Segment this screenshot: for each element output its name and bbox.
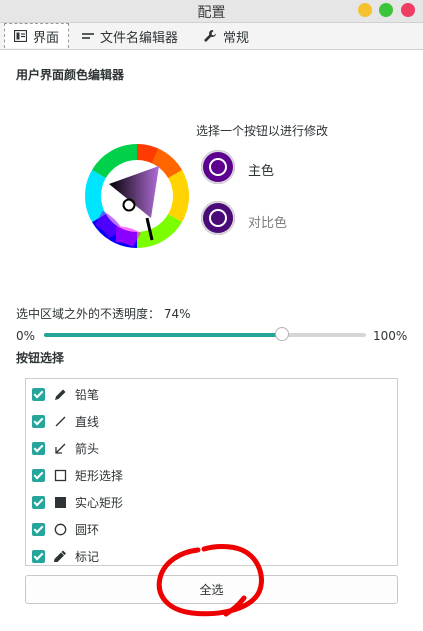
marker-icon <box>54 550 66 562</box>
list-item-label: 铅笔 <box>75 387 100 402</box>
list-item-label: 圆环 <box>75 522 100 537</box>
slider-min-label: 0% <box>16 329 36 343</box>
list-item-label: 实心矩形 <box>75 495 124 510</box>
select-all-button[interactable]: 全选 <box>25 575 398 604</box>
button-selection-title: 按钮选择 <box>16 351 65 365</box>
opacity-label: 选中区域之外的不透明度： 74% <box>16 305 191 322</box>
arrow-icon <box>54 443 65 454</box>
list-item-solid-rectangle[interactable]: 实心矩形 <box>32 492 123 512</box>
minimize-button[interactable] <box>358 3 372 17</box>
text-lines-icon <box>82 33 94 39</box>
list-item-pencil[interactable]: 铅笔 <box>32 384 99 404</box>
tab-general[interactable]: 常规 <box>203 23 249 49</box>
list-item-line[interactable]: 直线 <box>32 411 99 431</box>
pencil-icon <box>54 389 65 400</box>
list-item-label: 标记 <box>75 549 100 564</box>
list-item-marker[interactable]: 标记 <box>32 546 99 566</box>
opacity-slider-fill <box>44 333 283 337</box>
main-color-button[interactable] <box>201 150 235 184</box>
list-item-label: 直线 <box>75 414 100 429</box>
list-item-label: 矩形选择 <box>75 468 124 483</box>
opacity-label-text: 选中区域之外的不透明度： <box>16 307 161 321</box>
checkbox[interactable] <box>32 441 45 455</box>
tab-label: 常规 <box>223 30 250 46</box>
color-editor-title: 用户界面颜色编辑器 <box>16 68 125 82</box>
tab-label: 界面 <box>33 30 60 46</box>
wrench-icon <box>204 30 216 42</box>
checkbox[interactable] <box>32 495 45 509</box>
tab-label: 文件名编辑器 <box>100 30 179 46</box>
close-button[interactable] <box>401 3 415 17</box>
opacity-value: 74% <box>163 307 191 321</box>
checkbox[interactable] <box>32 414 45 428</box>
line-icon <box>55 416 65 426</box>
contrast-color-label: 对比色 <box>248 216 288 231</box>
main-color-label: 主色 <box>248 164 275 179</box>
circle-outline-icon <box>54 523 66 535</box>
checkbox[interactable] <box>32 522 45 536</box>
rectangle-outline-icon <box>54 469 66 481</box>
list-item-circle[interactable]: 圆环 <box>32 519 99 539</box>
checkbox[interactable] <box>32 387 45 401</box>
list-item-arrow[interactable]: 箭头 <box>32 438 99 458</box>
tab-filename-editor[interactable]: 文件名编辑器 <box>82 23 178 49</box>
interface-icon <box>14 30 27 42</box>
tab-bar: 界面 文件名编辑器 常规 <box>0 23 423 50</box>
checkbox[interactable] <box>32 468 45 482</box>
rectangle-filled-icon <box>54 496 66 508</box>
color-prompt: 选择一个按钮以进行修改 <box>196 124 329 138</box>
contrast-color-button[interactable] <box>201 201 235 235</box>
opacity-slider-handle[interactable] <box>275 327 290 341</box>
color-wheel[interactable] <box>85 144 189 248</box>
slider-max-label: 100% <box>373 329 408 343</box>
maximize-button[interactable] <box>379 3 393 17</box>
list-item-label: 箭头 <box>75 441 100 456</box>
opacity-slider[interactable] <box>44 327 366 341</box>
list-item-rectangle-selection[interactable]: 矩形选择 <box>32 465 123 485</box>
button-selection-list: 铅笔 直线 箭头 矩形选择 实心矩形 圆环 标记 <box>25 378 398 566</box>
tab-interface[interactable]: 界面 <box>4 23 69 48</box>
checkbox[interactable] <box>32 549 45 563</box>
title-bar: 配置 <box>0 0 423 23</box>
